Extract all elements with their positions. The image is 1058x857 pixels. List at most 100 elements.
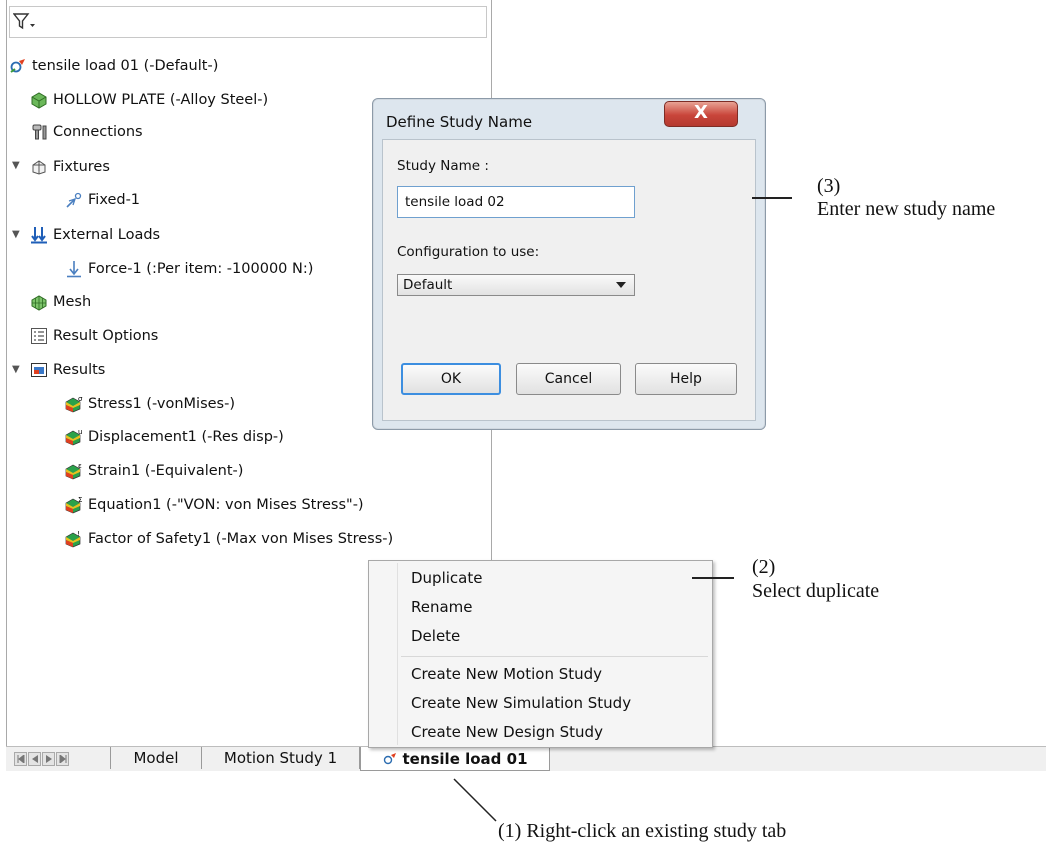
tree-item-results[interactable]: Results xyxy=(30,359,105,381)
tree-item-result-options[interactable]: Result Options xyxy=(30,325,158,347)
menu-item-create-motion-study[interactable]: Create New Motion Study xyxy=(411,665,602,683)
result-options-icon xyxy=(31,328,47,344)
tree-item-fixtures[interactable]: Fixtures xyxy=(30,156,110,178)
tree-item-label: Force-1 (:Per item: -100000 N:) xyxy=(88,261,314,277)
tree-item-force-1[interactable]: Force-1 (:Per item: -100000 N:) xyxy=(65,258,313,280)
tab-model[interactable]: Model xyxy=(110,747,202,769)
tree-item-mesh[interactable]: Mesh xyxy=(30,291,91,313)
tree-item-label: Equation1 (-"VON: von Mises Stress"-) xyxy=(88,497,364,513)
study-icon xyxy=(10,59,25,73)
step2-leader-line xyxy=(692,577,734,579)
cancel-button[interactable]: Cancel xyxy=(516,363,621,395)
svg-text:Σ: Σ xyxy=(78,496,82,504)
menu-item-rename[interactable]: Rename xyxy=(411,598,473,616)
study-name-label: Study Name : xyxy=(397,158,489,174)
collapse-arrow-icon[interactable]: ▼ xyxy=(12,229,20,240)
prev-tab-button[interactable] xyxy=(28,752,41,766)
svg-text:u: u xyxy=(78,428,82,436)
step1-leader-line xyxy=(453,778,497,822)
svg-text:σ: σ xyxy=(78,395,83,403)
tree-item-displacement1[interactable]: u Displacement1 (-Res disp-) xyxy=(65,426,284,448)
step1-caption: (1) Right-click an existing study tab xyxy=(498,820,787,842)
menu-item-delete[interactable]: Delete xyxy=(411,627,460,645)
menu-item-create-design-study[interactable]: Create New Design Study xyxy=(411,723,603,741)
prev-arrow-icon xyxy=(32,755,38,763)
cancel-label: Cancel xyxy=(544,371,593,387)
tab-tensile-load-01[interactable]: tensile load 01 xyxy=(360,747,550,771)
tree-item-fixed-1[interactable]: Fixed-1 xyxy=(65,189,140,211)
tab-label: Model xyxy=(133,749,179,767)
next-arrow-icon xyxy=(46,755,52,763)
step3-caption: Enter new study name xyxy=(817,198,996,220)
ok-label: OK xyxy=(440,371,462,387)
tab-motion-study-1[interactable]: Motion Study 1 xyxy=(202,747,360,769)
filter-icon[interactable] xyxy=(13,13,37,31)
collapse-arrow-icon[interactable]: ▼ xyxy=(12,160,20,171)
last-tab-button[interactable] xyxy=(56,752,69,766)
step3-number: (3) xyxy=(817,175,841,197)
tree-item-label: Fixed-1 xyxy=(88,192,141,208)
tree-filter-bar[interactable] xyxy=(9,6,487,38)
force-icon xyxy=(67,261,81,278)
dialog-body: Study Name : Configuration to use: Defau… xyxy=(382,139,756,421)
tree-root-label: tensile load 01 (-Default-) xyxy=(32,58,219,74)
tree-item-label: HOLLOW PLATE (-Alloy Steel-) xyxy=(53,92,269,108)
results-folder-icon xyxy=(31,363,47,377)
tree-item-factor-of-safety1[interactable]: ! Factor of Safety1 (-Max von Mises Stre… xyxy=(65,528,393,550)
factor-of-safety-icon: ! xyxy=(65,530,81,548)
menu-item-duplicate[interactable]: Duplicate xyxy=(411,569,482,587)
help-label: Help xyxy=(670,371,702,387)
configuration-value: Default xyxy=(403,277,453,293)
tree-item-equation1[interactable]: Σ Equation1 (-"VON: von Mises Stress"-) xyxy=(65,494,364,516)
tree-root-study[interactable]: tensile load 01 (-Default-) xyxy=(9,55,218,77)
define-study-name-dialog: Define Study Name X Study Name : Configu… xyxy=(372,98,766,430)
svg-text:ε: ε xyxy=(78,462,82,470)
step3-leader-line xyxy=(752,197,792,199)
fixed-icon xyxy=(66,192,82,208)
next-tab-button[interactable] xyxy=(42,752,55,766)
tree-item-label: Result Options xyxy=(53,328,159,344)
ok-button[interactable]: OK xyxy=(401,363,501,395)
tree-item-label: Mesh xyxy=(53,294,92,310)
study-tab-strip: Model Motion Study 1 tensile load 01 xyxy=(6,746,1046,771)
mesh-icon xyxy=(31,295,47,311)
equation-plot-icon: Σ xyxy=(65,496,82,514)
displacement-plot-icon: u xyxy=(65,428,82,446)
tab-context-menu: Duplicate Rename Delete Create New Motio… xyxy=(368,560,713,748)
menu-item-create-simulation-study[interactable]: Create New Simulation Study xyxy=(411,694,631,712)
tree-item-label: Fixtures xyxy=(53,159,110,175)
tree-item-label: Stress1 (-vonMises-) xyxy=(88,396,235,412)
fixtures-icon xyxy=(32,160,46,175)
tab-label: Motion Study 1 xyxy=(223,749,338,767)
part-icon xyxy=(31,92,47,109)
external-loads-icon xyxy=(31,227,47,244)
configuration-dropdown[interactable]: Default xyxy=(397,274,635,296)
last-arrow-icon xyxy=(59,755,67,763)
study-name-input[interactable] xyxy=(397,186,635,218)
dropdown-arrow-icon xyxy=(616,282,626,288)
help-button[interactable]: Help xyxy=(635,363,737,395)
connections-icon xyxy=(32,124,47,140)
tree-item-connections[interactable]: Connections xyxy=(30,121,143,143)
step2-caption: Select duplicate xyxy=(752,580,880,602)
stress-plot-icon: σ xyxy=(65,395,83,413)
tree-item-label: Displacement1 (-Res disp-) xyxy=(88,429,284,445)
first-tab-button[interactable] xyxy=(14,752,27,766)
step2-number: (2) xyxy=(752,556,776,578)
menu-separator xyxy=(401,656,708,657)
first-arrow-icon xyxy=(17,755,25,763)
tree-item-external-loads[interactable]: External Loads xyxy=(30,224,160,246)
close-button[interactable]: X xyxy=(664,101,738,127)
study-icon xyxy=(384,752,397,764)
tree-item-stress1[interactable]: σ Stress1 (-vonMises-) xyxy=(65,393,235,415)
tree-item-label: Connections xyxy=(53,124,143,140)
svg-text:!: ! xyxy=(77,530,80,538)
configuration-label: Configuration to use: xyxy=(397,244,540,260)
tree-item-strain1[interactable]: ε Strain1 (-Equivalent-) xyxy=(65,460,243,482)
tree-item-hollow-plate[interactable]: HOLLOW PLATE (-Alloy Steel-) xyxy=(30,89,268,111)
menu-gutter xyxy=(397,563,398,745)
tree-item-label: Results xyxy=(53,362,106,378)
collapse-arrow-icon[interactable]: ▼ xyxy=(12,364,20,375)
tree-item-label: Factor of Safety1 (-Max von Mises Stress… xyxy=(88,531,394,547)
tree-item-label: Strain1 (-Equivalent-) xyxy=(88,463,244,479)
